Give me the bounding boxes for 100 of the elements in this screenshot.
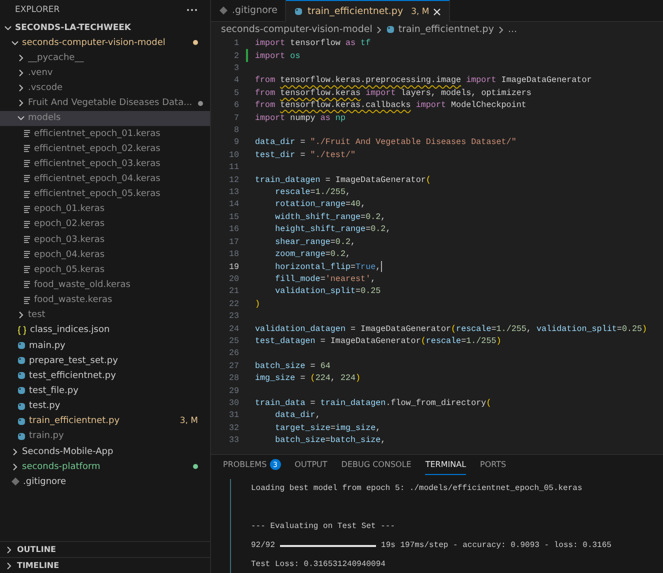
file-item[interactable]: .gitignore [0, 474, 210, 490]
line-number: 31 [228, 410, 239, 420]
code-line: fill_mode='nearest', [274, 274, 376, 284]
section-header[interactable]: TIMELINE [0, 557, 210, 573]
file-item[interactable]: food_waste.keras [0, 292, 210, 308]
line-number: 19 [228, 262, 239, 272]
line-number: 24 [228, 324, 239, 334]
code-line: batch_size=batch_size, [274, 435, 386, 446]
file-item[interactable]: efficientnet_epoch_03.keras [0, 156, 210, 172]
line-number: 6 [232, 100, 239, 110]
line-number: 33 [228, 435, 239, 446]
line-number: 9 [232, 137, 239, 148]
line-number: 16 [228, 224, 239, 234]
file-item[interactable]: efficientnet_epoch_01.keras [0, 126, 210, 142]
file-lines-icon [23, 129, 31, 138]
code-line: zoom_range=0.2, [274, 249, 351, 260]
code-line: train_data = train_datagen.flow_from_directory( [255, 398, 492, 408]
python-icon [17, 341, 26, 350]
file-item[interactable]: prepare_test_set.py [0, 353, 210, 368]
file-item[interactable]: epoch_04.keras [0, 247, 210, 262]
braces-icon [17, 326, 27, 335]
code-line: rescale=1./255, [274, 187, 351, 198]
line-number: 30 [228, 398, 239, 408]
code-line: import tensorflow as tf [255, 38, 371, 48]
breadcrumb-item[interactable]: ... [508, 24, 518, 35]
file-item[interactable]: train.py [0, 428, 210, 444]
python-icon [17, 356, 26, 366]
folder-item[interactable]: .vscode [0, 80, 210, 96]
code-line: target_size=img_size, [274, 422, 381, 433]
file-item[interactable]: test_efficientnet.py [0, 368, 210, 384]
folder-item[interactable]: Seconds-Mobile-App [0, 444, 210, 460]
file-item[interactable]: epoch_02.keras [0, 216, 210, 232]
terminal-line: Loading best model from epoch 5: ./models/efficientnet_epoch_05.keras [251, 483, 584, 495]
python-icon [17, 402, 26, 411]
python-icon [17, 432, 26, 441]
line-number: 2 [232, 50, 239, 61]
file-item[interactable]: epoch_05.keras [0, 262, 210, 278]
code-line: batch_size = 64 [255, 360, 330, 371]
panel-tab[interactable]: PORTS [480, 455, 506, 475]
progress-stats: 19s 197ms/step - accuracy: 0.9093 - loss: 0.3165 [381, 541, 612, 550]
chevron-right-icon [376, 26, 382, 34]
line-number: 15 [228, 212, 239, 222]
file-item[interactable]: efficientnet_epoch_02.keras [0, 141, 210, 156]
panel-tab[interactable]: DEBUG CONSOLE [341, 455, 412, 475]
code-line: data_dir, [274, 410, 320, 420]
diamond-icon [11, 477, 20, 486]
panel-tab[interactable]: TERMINAL [425, 455, 466, 475]
file-item[interactable]: class_indices.json [0, 322, 210, 338]
code-line: test_datagen = ImageDataGenerator(rescale=1./255) [255, 336, 502, 346]
line-number: 27 [228, 360, 239, 371]
line-number: 23 [228, 311, 239, 322]
file-item[interactable]: test_file.py [0, 383, 210, 399]
code-line: validation_split=0.25 [274, 286, 381, 296]
editor-tab[interactable]: train_efficientnet.py 3, M [286, 0, 450, 22]
file-item[interactable]: train_efficientnet.py 3, M [0, 414, 210, 429]
code-line: from tensorflow.keras.preprocessing.image import ImageDataGenerator [255, 75, 592, 86]
line-number: 18 [228, 249, 239, 260]
folder-item[interactable]: seconds-platform [0, 459, 210, 474]
line-number: 10 [228, 150, 239, 160]
section-header[interactable]: OUTLINE [0, 541, 210, 557]
python-icon [17, 386, 26, 396]
folder-item[interactable]: models [0, 110, 210, 126]
file-item[interactable]: main.py [0, 338, 210, 354]
folder-item[interactable]: test [0, 308, 210, 323]
line-number: 32 [228, 422, 239, 433]
chevron-right-icon [498, 26, 504, 34]
breadcrumb-item[interactable]: train_efficientnet.py [386, 24, 494, 35]
file-lines-icon [23, 235, 31, 244]
folder-item[interactable]: seconds-computer-vision-model [0, 35, 210, 50]
line-number: 22 [228, 298, 239, 309]
breadcrumb-item[interactable]: seconds-computer-vision-model [221, 24, 372, 35]
line-number: 3 [232, 63, 239, 74]
code-line: import os [255, 50, 300, 61]
folder-item[interactable]: Fruit And Vegetable Diseases Data... [0, 96, 210, 111]
file-lines-icon [23, 250, 31, 260]
code-line: rotation_range=40, [274, 199, 366, 210]
code-line: horizontal_flip=True, [274, 262, 381, 272]
python-icon [294, 7, 304, 16]
file-item[interactable]: food_waste_old.keras [0, 277, 210, 293]
code-line: from tensorflow.keras import layers, models, optimizers [255, 88, 532, 98]
panel-tab[interactable]: OUTPUT [294, 455, 328, 475]
line-number: 25 [228, 336, 239, 346]
python-icon [386, 25, 396, 34]
file-item[interactable]: test.py [0, 398, 210, 414]
file-lines-icon [23, 159, 31, 168]
workspace-folder[interactable]: SECONDS-LA-TECHWEEK [0, 20, 210, 36]
file-item[interactable]: efficientnet_epoch_05.keras [0, 186, 210, 202]
file-item[interactable]: efficientnet_epoch_04.keras [0, 171, 210, 187]
line-number: 21 [228, 286, 239, 296]
file-item[interactable]: epoch_01.keras [0, 202, 210, 217]
more-icon [186, 8, 198, 12]
line-number: 13 [228, 187, 239, 198]
file-item[interactable]: epoch_03.keras [0, 232, 210, 248]
code-line: import numpy as np [255, 112, 346, 123]
file-lines-icon [23, 174, 31, 184]
folder-item[interactable]: __pycache__ [0, 50, 210, 66]
terminal-line: Test Loss: 0.316531240940094 [251, 559, 386, 571]
git-status-label: 3, M [180, 416, 198, 426]
folder-item[interactable]: .venv [0, 65, 210, 81]
explorer-title: EXPLORER [15, 5, 60, 15]
